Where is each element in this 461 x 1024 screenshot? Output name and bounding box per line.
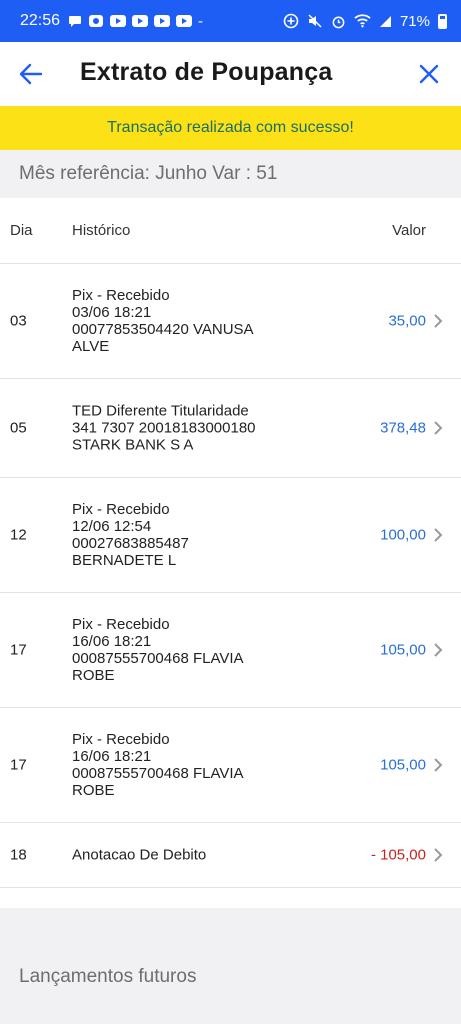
row-history-line: TED Diferente Titularidade <box>72 402 249 420</box>
row-history-line: Pix - Recebido <box>72 501 170 518</box>
success-banner: Transação realizada com sucesso! <box>0 106 461 150</box>
row-history-line: ROBE <box>72 667 115 684</box>
column-header-day: Dia <box>10 222 33 239</box>
row-history-line: ALVE <box>72 338 110 355</box>
row-day: 17 <box>10 756 27 774</box>
youtube-icon <box>176 15 193 27</box>
row-day: 05 <box>10 419 27 437</box>
table-row[interactable]: 12 Pix - Recebido 12/06 12:54 0002768388… <box>0 478 461 593</box>
youtube-icon <box>132 15 149 27</box>
row-value: 105,00 <box>380 756 426 774</box>
row-day: 18 <box>10 846 27 864</box>
close-button[interactable] <box>417 62 441 86</box>
table-row[interactable]: 18 Anotacao De Debito - 105,00 <box>0 823 461 888</box>
row-history: Pix - Recebido 12/06 12:54 0002768388548… <box>72 501 302 569</box>
battery-icon <box>438 13 447 29</box>
reference-label: Mês referência: Junho Var : 51 <box>19 163 278 184</box>
table-row[interactable]: 05 TED Diferente Titularidade 341 7307 2… <box>0 379 461 478</box>
row-history-line: 16/06 18:21 <box>72 748 152 765</box>
chat-bubble-icon <box>68 14 82 28</box>
row-history: Anotacao De Debito <box>72 847 302 864</box>
row-history-line: Pix - Recebido <box>72 616 170 633</box>
chevron-right-icon <box>434 528 443 542</box>
row-history-line: Anotacao De Debito <box>72 846 207 864</box>
row-history-line: 16/06 18:21 <box>72 633 152 650</box>
row-history-line: Pix - Recebido <box>72 287 170 304</box>
table-header: Dia Histórico Valor <box>0 198 461 264</box>
row-history: Pix - Recebido 16/06 18:21 0008755570046… <box>72 616 302 684</box>
row-history-line: 00077853504420 VANUSA <box>72 321 254 338</box>
youtube-icon <box>154 15 171 27</box>
chevron-right-icon <box>434 314 443 328</box>
row-value: 100,00 <box>380 526 426 544</box>
app-bar: Extrato de Poupança <box>0 42 461 106</box>
close-icon <box>419 64 439 84</box>
column-header-value: Valor <box>392 222 426 239</box>
row-day: 12 <box>10 526 27 544</box>
table-row[interactable]: 17 Pix - Recebido 16/06 18:21 0008755570… <box>0 708 461 823</box>
reference-bar: Mês referência: Junho Var : 51 <box>0 150 461 198</box>
row-history-line: 00087555700468 FLAVIA <box>72 650 244 667</box>
status-dash: - <box>198 12 204 30</box>
add-circle-icon <box>283 13 299 29</box>
row-value: 378,48 <box>380 419 426 437</box>
mute-icon <box>307 13 323 29</box>
row-day: 03 <box>10 312 27 330</box>
statement-table: Dia Histórico Valor 03 Pix - Recebido 03… <box>0 198 461 888</box>
row-history-line: Pix - Recebido <box>72 731 170 748</box>
youtube-icon <box>110 15 127 27</box>
chevron-right-icon <box>434 643 443 657</box>
column-header-history: Histórico <box>72 222 131 239</box>
row-history: TED Diferente Titularidade 341 7307 2001… <box>72 403 302 454</box>
row-history-line: STARK BANK S A <box>72 436 194 454</box>
back-button[interactable] <box>18 62 44 86</box>
row-history: Pix - Recebido 16/06 18:21 0008755570046… <box>72 731 302 799</box>
row-history-line: BERNADETE L <box>72 552 177 569</box>
row-history-line: 03/06 18:21 <box>72 304 152 321</box>
status-left: 22:56 - <box>20 12 203 30</box>
success-message: Transação realizada com sucesso! <box>107 119 354 136</box>
status-bar: 22:56 - 71% <box>0 0 461 42</box>
chevron-right-icon <box>434 758 443 772</box>
chevron-right-icon <box>434 421 443 435</box>
row-day: 17 <box>10 641 27 659</box>
table-row[interactable]: 17 Pix - Recebido 16/06 18:21 0008755570… <box>0 593 461 708</box>
status-right: 71% <box>283 13 447 30</box>
page-title: Extrato de Poupança <box>80 58 333 86</box>
table-row[interactable]: 03 Pix - Recebido 03/06 18:21 0007785350… <box>0 264 461 379</box>
row-value: 35,00 <box>388 312 426 330</box>
row-history-line: 341 7307 20018183000180 <box>72 419 256 437</box>
row-history-line: 00027683885487 <box>72 535 189 552</box>
row-history-line: 00087555700468 FLAVIA <box>72 765 244 782</box>
row-value: - 105,00 <box>370 846 426 864</box>
row-history-line: 12/06 12:54 <box>72 518 152 535</box>
row-value: 105,00 <box>380 641 426 659</box>
cloud-icon <box>88 14 104 28</box>
row-history: Pix - Recebido 03/06 18:21 0007785350442… <box>72 287 302 355</box>
alarm-icon <box>331 14 346 29</box>
row-history-line: ROBE <box>72 782 115 799</box>
signal-icon <box>379 15 392 28</box>
battery-percentage: 71% <box>399 12 430 30</box>
status-time: 22:56 <box>20 12 61 29</box>
arrow-left-icon <box>19 63 43 85</box>
chevron-right-icon <box>434 848 443 862</box>
wifi-icon <box>354 14 371 28</box>
future-entries-title: Lançamentos futuros <box>19 966 197 987</box>
